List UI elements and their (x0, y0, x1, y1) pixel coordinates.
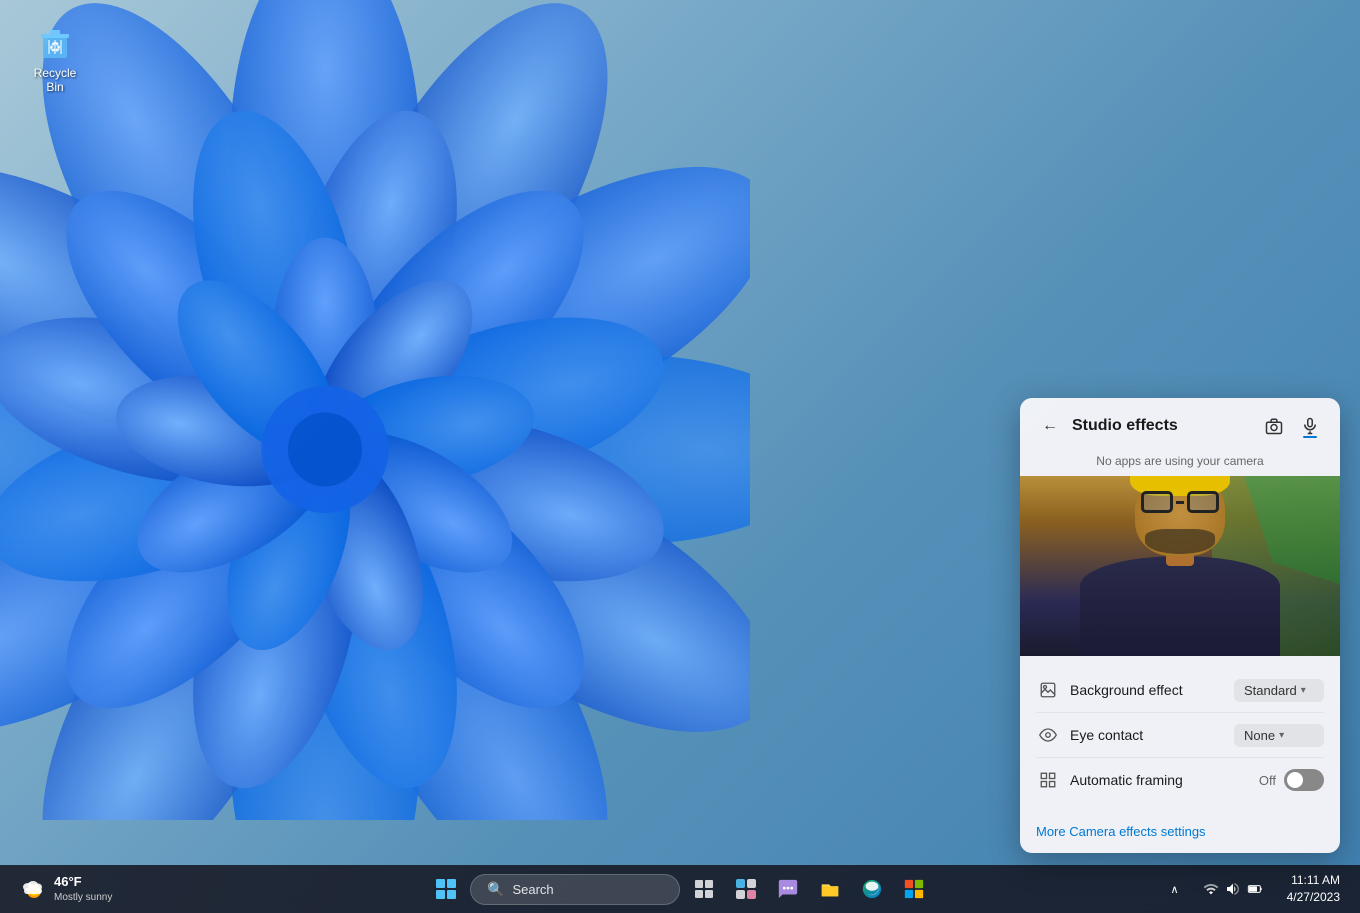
search-icon: 🔍 (487, 881, 504, 898)
eye-icon-svg (1039, 726, 1057, 744)
head (1135, 476, 1225, 556)
background-effect-dropdown[interactable]: Standard ▾ (1234, 679, 1324, 702)
edge-icon (861, 878, 883, 900)
background-effect-icon (1036, 678, 1060, 702)
panel-header-icons (1260, 412, 1324, 440)
studio-effects-panel: ← Studio effects (1020, 398, 1340, 853)
more-camera-settings-link[interactable]: More Camera effects settings (1020, 814, 1340, 853)
chat-icon (777, 878, 799, 900)
person-body (1080, 486, 1280, 656)
taskbar-left: 46°F Mostly sunny (12, 870, 120, 908)
background-effect-chevron: ▾ (1301, 685, 1306, 696)
start-button[interactable] (428, 871, 464, 907)
recycle-bin-label: Recycle Bin (26, 66, 84, 94)
wifi-icon (1203, 881, 1219, 897)
camera-icon-button[interactable] (1260, 412, 1288, 440)
eye-contact-control: None ▾ (1234, 724, 1324, 747)
jacket (1080, 556, 1280, 656)
back-icon: ← (1042, 417, 1058, 435)
recycle-bin-svg: ♻ (35, 22, 75, 62)
eye-contact-chevron: ▾ (1279, 730, 1284, 741)
logo-q3 (436, 890, 445, 899)
weather-widget[interactable]: 46°F Mostly sunny (12, 870, 120, 908)
eye-contact-row: Eye contact None ▾ (1036, 713, 1324, 758)
eye-contact-label: Eye contact (1070, 727, 1224, 743)
taskbar: 46°F Mostly sunny 🔍 Search (0, 865, 1360, 913)
background-effect-control: Standard ▾ (1234, 679, 1324, 702)
chat-button[interactable] (770, 871, 806, 907)
recycle-bin-icon[interactable]: ♻ Recycle Bin (20, 16, 90, 100)
widgets-button[interactable] (728, 871, 764, 907)
microphone-icon-button[interactable] (1296, 412, 1324, 440)
weather-description: Mostly sunny (54, 891, 112, 904)
background-effect-value: Standard (1244, 683, 1297, 698)
camera-preview (1020, 476, 1340, 656)
taskbar-center: 🔍 Search (428, 871, 932, 907)
panel-title: Studio effects (1072, 417, 1252, 435)
search-bar[interactable]: 🔍 Search (470, 874, 680, 905)
eye-contact-value: None (1244, 728, 1275, 743)
eye-contact-dropdown[interactable]: None ▾ (1234, 724, 1324, 747)
panel-header: ← Studio effects (1020, 398, 1340, 450)
right-lens (1187, 491, 1219, 513)
background-icon-svg (1039, 681, 1057, 699)
weather-text: 46°F Mostly sunny (54, 874, 112, 904)
settings-area: Background effect Standard ▾ Eye contact (1020, 656, 1340, 814)
microphone-icon (1301, 417, 1319, 435)
store-button[interactable] (896, 871, 932, 907)
automatic-framing-row: Automatic framing Off (1036, 758, 1324, 802)
recycle-bin-image: ♻ (35, 22, 75, 62)
logo-q4 (447, 890, 456, 899)
system-clock[interactable]: 11:11 AM 4/27/2023 (1279, 868, 1348, 910)
wallpaper (0, 0, 750, 820)
automatic-framing-toggle[interactable] (1284, 769, 1324, 791)
glasses-bridge (1176, 501, 1184, 504)
camera-icon (1265, 417, 1283, 435)
tray-overflow-button[interactable]: ∧ (1163, 879, 1187, 900)
task-view-icon (694, 879, 714, 899)
mic-active-indicator (1303, 436, 1317, 438)
background-effect-row: Background effect Standard ▾ (1036, 668, 1324, 713)
weather-temp: 46°F (54, 874, 112, 891)
weather-icon (20, 875, 48, 903)
task-view-button[interactable] (686, 871, 722, 907)
taskbar-right: ∧ (1163, 868, 1348, 910)
tray-chevron-icon: ∧ (1171, 883, 1179, 896)
glasses-container (1141, 491, 1219, 513)
clock-date: 4/27/2023 (1287, 889, 1340, 906)
automatic-framing-toggle-container: Off (1259, 769, 1324, 791)
desktop: ♻ Recycle Bin ← Studio effects (0, 0, 1360, 913)
volume-icon (1225, 881, 1241, 897)
edge-button[interactable] (854, 871, 890, 907)
no-camera-message: No apps are using your camera (1020, 450, 1340, 476)
search-label: Search (512, 882, 553, 897)
automatic-framing-control: Off (1259, 769, 1324, 791)
logo-q2 (447, 879, 456, 888)
automatic-framing-value: Off (1259, 773, 1276, 788)
svg-text:♻: ♻ (49, 39, 62, 55)
file-explorer-button[interactable] (812, 871, 848, 907)
toggle-knob (1287, 772, 1303, 788)
beard (1145, 529, 1215, 554)
background-effect-label: Background effect (1070, 682, 1224, 698)
clock-time: 11:11 AM (1291, 872, 1340, 889)
left-lens (1141, 491, 1173, 513)
framing-icon-svg (1039, 771, 1057, 789)
windows-logo (436, 879, 456, 899)
eye-contact-icon (1036, 723, 1060, 747)
system-tray-icons[interactable] (1195, 877, 1271, 901)
file-explorer-icon (819, 878, 841, 900)
automatic-framing-icon (1036, 768, 1060, 792)
widgets-icon (735, 878, 757, 900)
back-button[interactable]: ← (1036, 412, 1064, 440)
logo-q1 (436, 879, 445, 888)
battery-icon (1247, 881, 1263, 897)
store-icon (903, 878, 925, 900)
automatic-framing-label: Automatic framing (1070, 772, 1249, 788)
